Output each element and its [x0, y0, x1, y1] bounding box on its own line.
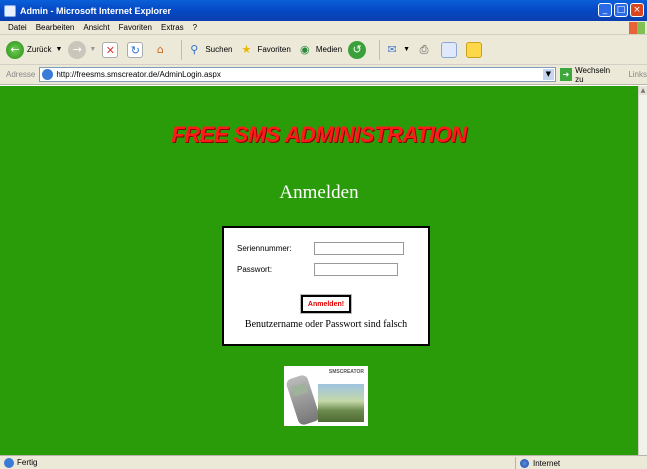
logo-brand: SMSCREATOR: [328, 369, 364, 375]
serial-row: Seriennummer:: [237, 242, 404, 255]
stop-button[interactable]: ✕: [102, 41, 121, 58]
windows-logo-icon: [629, 22, 645, 34]
history-button[interactable]: ↺: [348, 40, 369, 59]
globe-icon: [520, 458, 529, 468]
search-button[interactable]: ⚲ Suchen: [186, 42, 232, 58]
go-arrow-icon: ➜: [559, 68, 573, 81]
page-icon: [42, 69, 54, 80]
edit-button[interactable]: [441, 41, 460, 58]
page-content: FREE SMS ADMINISTRATION Anmelden Serienn…: [0, 86, 638, 455]
search-icon: ⚲: [190, 42, 199, 56]
favorites-label: Favoriten: [257, 45, 291, 54]
refresh-icon: ↻: [127, 41, 144, 58]
phone-icon: [285, 373, 321, 426]
window-controls: _ □ ×: [598, 3, 644, 17]
mail-icon: ✉: [387, 42, 397, 56]
mail-dropdown-icon: ▼: [403, 46, 411, 53]
scroll-up-icon[interactable]: ▲: [639, 86, 647, 95]
address-dropdown-icon[interactable]: ▼: [542, 69, 554, 80]
window-title: Admin - Microsoft Internet Explorer: [20, 5, 172, 16]
address-url: http://freesms.smscreator.de/AdminLogin.…: [56, 70, 221, 79]
serial-input[interactable]: [314, 242, 404, 255]
banner-title: FREE SMS ADMINISTRATION: [171, 122, 467, 147]
edit-icon: [441, 41, 458, 58]
page-heading: Anmelden: [279, 182, 359, 203]
address-label: Adresse: [6, 70, 36, 79]
media-icon: ◉: [300, 42, 310, 56]
menu-ansicht[interactable]: Ansicht: [83, 23, 109, 32]
links-button[interactable]: Links: [628, 70, 647, 79]
toolbar-separator: [181, 39, 183, 60]
status-page-icon: [4, 457, 14, 468]
forward-arrow-icon: →: [68, 40, 87, 59]
landscape-image: [318, 384, 364, 422]
media-label: Medien: [315, 45, 343, 54]
history-icon: ↺: [348, 40, 367, 59]
menu-extras[interactable]: Extras: [161, 23, 184, 32]
error-message: Benutzername oder Passwort sind falsch: [244, 319, 408, 330]
password-input[interactable]: [314, 263, 398, 276]
ie-icon: [4, 4, 16, 17]
menu-favoriten[interactable]: Favoriten: [119, 23, 152, 32]
refresh-button[interactable]: ↻: [127, 41, 146, 58]
home-icon: ⌂: [156, 42, 164, 56]
zone-label: Internet: [533, 458, 561, 468]
serial-label: Seriennummer:: [237, 244, 292, 253]
toolbar-separator: [379, 39, 381, 60]
print-button[interactable]: ⎙: [416, 42, 435, 58]
password-label: Passwort:: [237, 265, 273, 274]
close-button[interactable]: ×: [630, 3, 644, 17]
menu-bearbeiten[interactable]: Bearbeiten: [36, 23, 75, 32]
star-icon: ★: [241, 42, 252, 56]
forward-button[interactable]: → ▼: [68, 40, 96, 59]
menu-help[interactable]: ?: [193, 23, 197, 32]
menu-bar: Datei Bearbeiten Ansicht Favoriten Extra…: [0, 21, 647, 35]
stop-icon: ✕: [102, 41, 119, 58]
login-form: Seriennummer: Passwort: Anmelden! Benutz…: [222, 226, 430, 346]
password-row: Passwort:: [237, 263, 398, 276]
smscreator-logo: SMSCREATOR: [284, 366, 368, 426]
messenger-button[interactable]: [466, 41, 485, 58]
minimize-button[interactable]: _: [598, 3, 612, 17]
back-button[interactable]: ← Zurück ▼: [6, 40, 62, 59]
go-button[interactable]: ➜ Wechseln zu: [559, 65, 619, 84]
login-button[interactable]: Anmelden!: [300, 294, 352, 314]
maximize-button[interactable]: □: [614, 3, 628, 17]
folder-icon: [466, 41, 483, 58]
mail-button[interactable]: ✉ ▼: [384, 42, 410, 58]
menu-datei[interactable]: Datei: [8, 23, 27, 32]
home-button[interactable]: ⌂: [152, 42, 171, 58]
favorites-button[interactable]: ★ Favoriten: [238, 42, 291, 58]
address-input[interactable]: http://freesms.smscreator.de/AdminLogin.…: [39, 67, 556, 82]
print-icon: ⎙: [419, 42, 429, 56]
security-zone: Internet: [515, 457, 560, 469]
back-dropdown-icon[interactable]: ▼: [55, 46, 62, 53]
back-arrow-icon: ←: [6, 40, 24, 59]
title-bar: Admin - Microsoft Internet Explorer _ □ …: [0, 0, 647, 21]
search-label: Suchen: [205, 45, 233, 54]
forward-dropdown-icon[interactable]: ▼: [89, 46, 96, 53]
media-button[interactable]: ◉ Medien: [297, 42, 342, 58]
vertical-scrollbar[interactable]: ▲: [638, 86, 647, 455]
go-label: Wechseln zu: [575, 65, 611, 84]
status-bar: Fertig Internet: [0, 455, 647, 469]
toolbar: ← Zurück ▼ → ▼ ✕ ↻ ⌂ ⚲ Suchen ★ Favorite…: [0, 35, 647, 65]
status-text: Fertig: [17, 458, 38, 467]
address-bar: Adresse http://freesms.smscreator.de/Adm…: [0, 65, 647, 85]
back-label: Zurück: [27, 45, 52, 54]
